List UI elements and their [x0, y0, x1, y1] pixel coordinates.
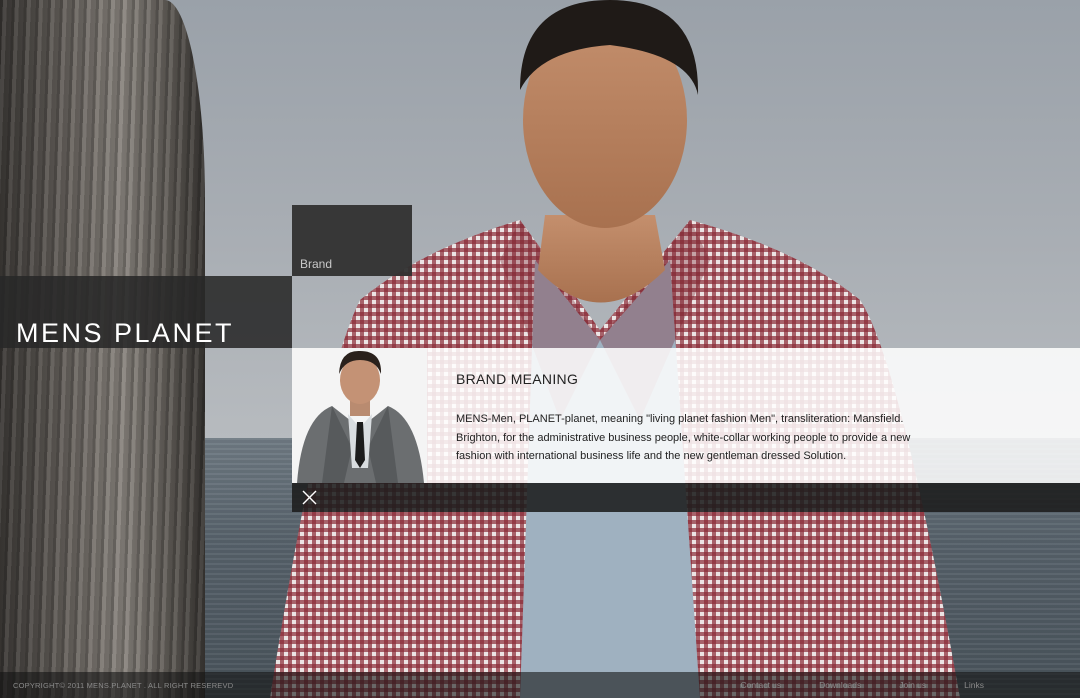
- nav-tab-brand[interactable]: Brand: [292, 205, 412, 276]
- footer-links: Contact us Downloads Join us Links: [703, 680, 984, 690]
- footer-link-downloads[interactable]: Downloads: [819, 680, 861, 690]
- nav-tab-brand-label: Brand: [300, 257, 333, 271]
- site-footer: COPYRIGHT© 2011 MENS.PLANET . ALL RIGHT …: [0, 672, 1080, 698]
- panel-title: BRAND MEANING: [456, 371, 579, 387]
- panel-footer-bar: [292, 483, 1080, 512]
- panel-body-text: MENS-Men, PLANET-planet, meaning "living…: [456, 413, 911, 462]
- copyright-text: COPYRIGHT© 2011 MENS.PLANET . ALL RIGHT …: [13, 681, 234, 690]
- background-tree-trunk: [0, 0, 205, 698]
- site-logo[interactable]: MENS PLANET: [16, 318, 234, 349]
- footer-link-contact-us[interactable]: Contact us: [741, 680, 782, 690]
- close-button[interactable]: [301, 489, 318, 506]
- page: Brand MENS PLANET BRAND MEANING MENS-Men…: [0, 0, 1080, 698]
- model-thumbnail-image: [292, 348, 427, 483]
- footer-link-join-us[interactable]: Join us: [899, 680, 926, 690]
- close-icon: [302, 490, 317, 505]
- brand-meaning-panel: BRAND MEANING MENS-Men, PLANET-planet, m…: [292, 348, 1080, 483]
- model-thumbnail-illustration: [292, 348, 427, 483]
- footer-link-links[interactable]: Links: [964, 680, 984, 690]
